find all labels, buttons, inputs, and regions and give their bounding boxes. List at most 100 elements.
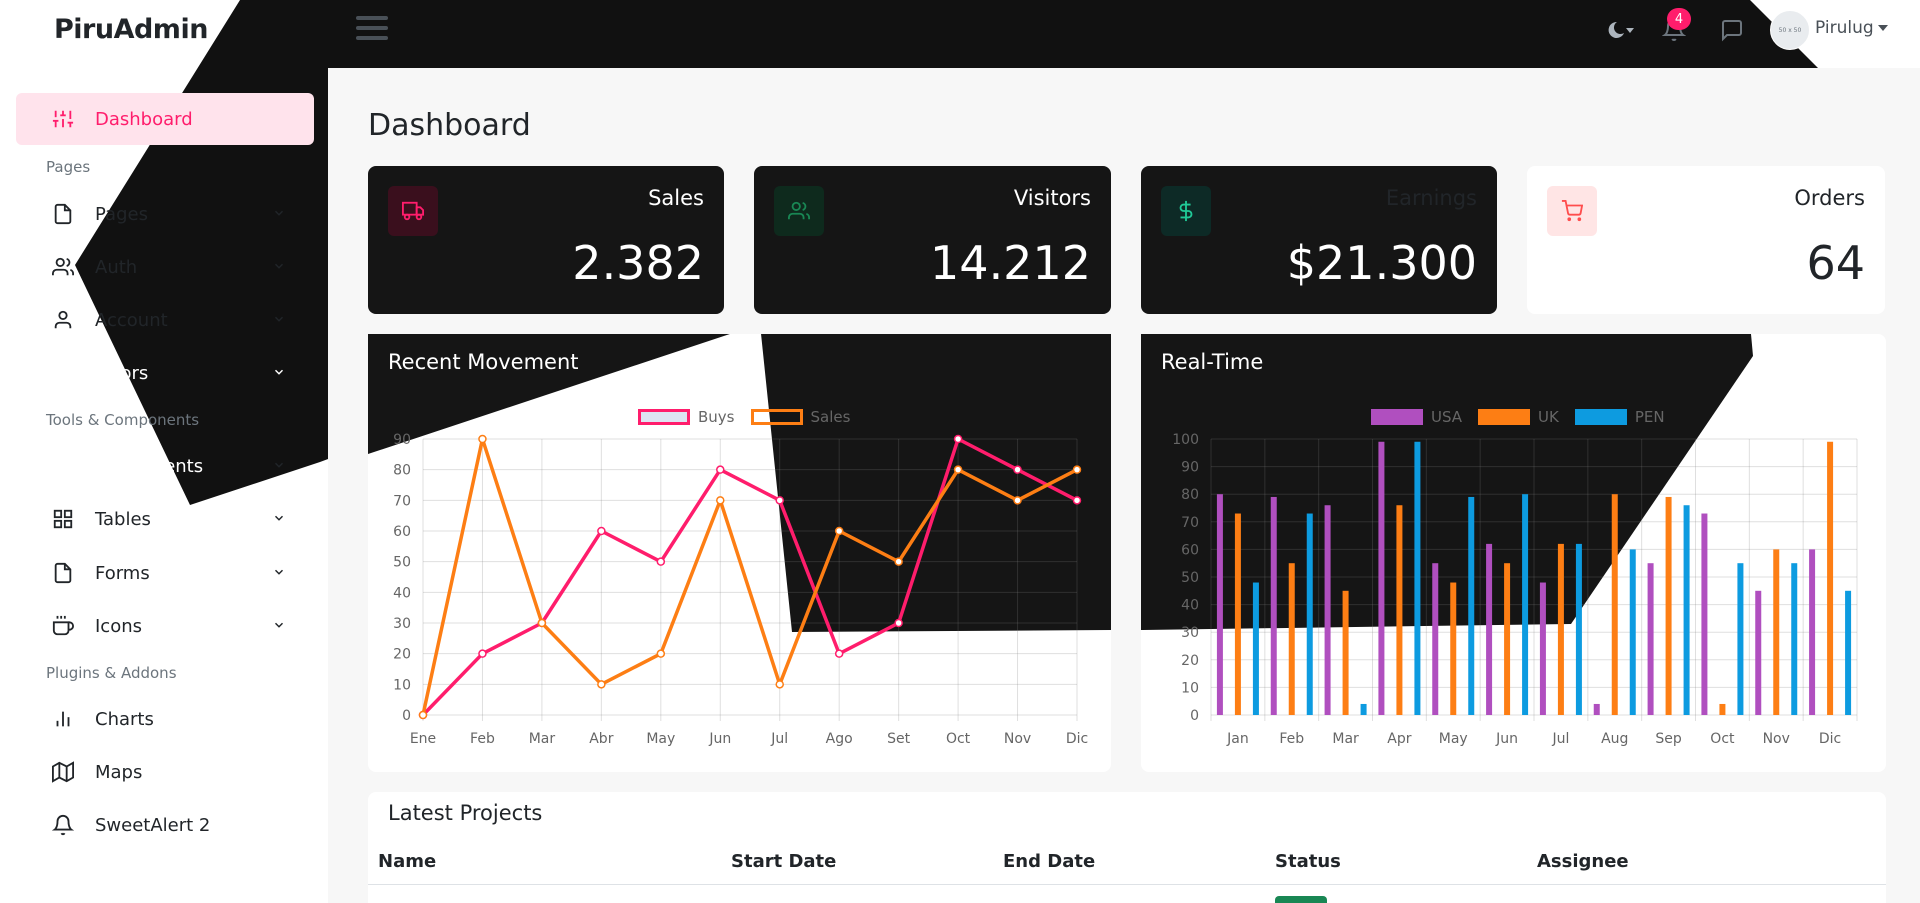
stat-title: Visitors: [1013, 186, 1091, 210]
x-tick-label: Oct: [1710, 731, 1735, 747]
table-header-end-date[interactable]: End Date: [1003, 851, 1095, 872]
sidebar-item-ui-elements[interactable]: UI Elements: [16, 440, 314, 492]
sidebar-item-dashboard[interactable]: Dashboard: [16, 93, 314, 145]
sidebar: PiruAdmin Dashboard Pages Pages Auth Acc…: [0, 0, 328, 903]
map-icon: [51, 760, 75, 784]
bar: [1450, 582, 1457, 715]
theme-toggle-button[interactable]: [1606, 16, 1634, 44]
sidebar-item-icons[interactable]: Icons: [16, 600, 314, 652]
bar: [1773, 549, 1780, 715]
stat-card-visitors: Visitors 14.212: [754, 166, 1111, 314]
sidebar-item-sweetalert[interactable]: SweetAlert 2: [16, 799, 314, 851]
messages-button[interactable]: [1718, 16, 1746, 44]
sidebar-item-label: Icons: [95, 615, 143, 637]
sidebar-item-tables[interactable]: Tables: [16, 493, 314, 545]
data-point: [418, 710, 428, 720]
grid-icon: [51, 507, 75, 531]
sliders-icon: [51, 107, 75, 131]
sidebar-item-label: UI Elements: [95, 455, 204, 477]
bar: [1737, 563, 1744, 715]
sidebar-item-forms[interactable]: Forms: [16, 547, 314, 599]
line-chart: 0 10 20 30 40 50 60 70 80 90 Ene Feb Mar Abr May Jun Jul…: [393, 432, 1088, 747]
x-tick-label: Aug: [1601, 731, 1628, 747]
bar: [1701, 513, 1708, 715]
data-point: [478, 649, 487, 658]
x-tick-label: Feb: [1279, 731, 1304, 747]
bar: [1252, 582, 1259, 715]
y-tick-label: 50: [1181, 570, 1199, 586]
y-tick-label: 20: [393, 647, 411, 663]
data-point: [775, 680, 784, 689]
username-label: Pirulug: [1815, 18, 1874, 38]
y-tick-label: 30: [393, 616, 411, 632]
y-tick-label: 80: [1181, 487, 1199, 503]
bar: [1827, 441, 1834, 715]
y-tick-label: 10: [1181, 680, 1199, 696]
users-icon: [51, 454, 75, 478]
bar: [1647, 563, 1654, 715]
card-title: Latest Projects: [388, 801, 543, 825]
users-icon: [51, 255, 75, 279]
avatar[interactable]: 50 x 50: [1770, 10, 1810, 50]
table-header-name[interactable]: Name: [378, 851, 436, 872]
bar: [1324, 505, 1331, 715]
y-tick-label: 70: [393, 493, 411, 509]
x-tick-label: Jan: [1226, 731, 1249, 747]
bar: [1378, 441, 1385, 715]
x-tick-label: Dic: [1819, 731, 1841, 747]
chevron-down-icon: [274, 462, 284, 468]
sidebar-item-maps[interactable]: Maps: [16, 746, 314, 798]
bar: [1755, 590, 1762, 715]
y-tick-label: 0: [402, 708, 411, 724]
x-tick-label: Feb: [470, 731, 495, 747]
x-tick-label: Nov: [1763, 731, 1790, 747]
sidebar-item-label: Account: [95, 309, 168, 331]
sidebar-section-pages: Pages: [46, 158, 91, 176]
table-header-status[interactable]: Status: [1275, 851, 1341, 872]
sidebar-item-charts[interactable]: Charts: [16, 693, 314, 745]
sidebar-item-auth[interactable]: Auth: [16, 241, 314, 293]
bar: [1504, 563, 1511, 715]
data-point: [478, 434, 487, 444]
table-header-assignee[interactable]: Assignee: [1537, 851, 1629, 872]
menu-toggle-button[interactable]: [356, 16, 388, 42]
bar: [1216, 494, 1223, 715]
chevron-down-icon: [274, 515, 284, 521]
bar: [1719, 703, 1726, 715]
bar: [1593, 703, 1600, 715]
moon-icon: [1608, 21, 1634, 38]
sidebar-item-pages[interactable]: Pages: [16, 188, 314, 240]
brand-logo[interactable]: PiruAdmin: [54, 14, 208, 45]
bar: [1539, 582, 1546, 715]
y-tick-label: 50: [393, 555, 411, 571]
bar: [1342, 590, 1349, 715]
status-badge: [1275, 896, 1327, 903]
bar: [1791, 563, 1798, 715]
stat-title: Orders: [1794, 186, 1865, 210]
y-tick-label: 40: [393, 585, 411, 601]
x-tick-label: Ago: [826, 731, 853, 747]
stat-card-orders: Orders 64: [1527, 166, 1885, 314]
latest-projects-card: Latest Projects: [368, 792, 1886, 903]
data-point: [1013, 465, 1022, 474]
bar: [1575, 543, 1582, 715]
bar: [1360, 703, 1367, 715]
data-point: [953, 465, 963, 474]
user-menu[interactable]: Pirulug: [1815, 18, 1888, 38]
x-tick-label: Abr: [589, 731, 613, 747]
x-tick-label: Mar: [1332, 731, 1359, 747]
bar: [1468, 496, 1475, 715]
sidebar-item-account[interactable]: Account: [16, 294, 314, 346]
chevron-down-icon: [274, 210, 284, 216]
data-point: [953, 434, 963, 444]
data-point: [716, 496, 725, 505]
table-header-start-date[interactable]: Start Date: [731, 851, 836, 872]
data-point: [834, 526, 844, 536]
sidebar-item-label: Pages: [95, 203, 148, 225]
x-tick-label: Sep: [1655, 731, 1682, 747]
caret-down-icon: [1877, 25, 1888, 31]
sidebar-item-errors[interactable]: Errors: [16, 347, 314, 399]
sidebar-item-label: Charts: [95, 708, 154, 730]
x-tick-label: Set: [887, 731, 911, 747]
bar: [1629, 549, 1636, 715]
